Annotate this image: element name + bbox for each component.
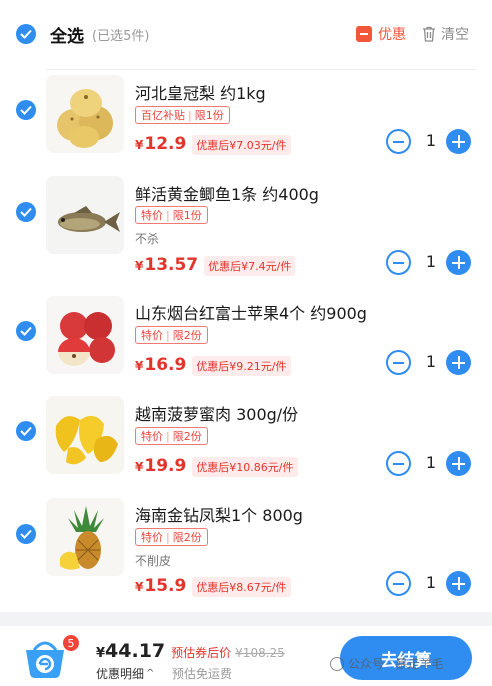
coupon-button[interactable]: 优惠: [356, 24, 406, 44]
pear-image[interactable]: [46, 75, 124, 153]
item-title[interactable]: 越南菠萝蜜肉 300g/份: [135, 401, 298, 425]
after-discount-price: 优惠后¥8.67元/件: [192, 577, 291, 597]
minus-button[interactable]: [386, 451, 411, 476]
promo-label: 特价: [141, 430, 163, 443]
total-price: ¥44.17 预估券后价 ¥108.25: [96, 640, 285, 662]
promo-label: 特价: [141, 329, 163, 342]
item-title[interactable]: 河北皇冠梨 约1kg: [135, 80, 266, 104]
item-note: 不削皮: [135, 554, 172, 568]
trash-icon: [423, 26, 435, 42]
select-all-checkbox[interactable]: [16, 24, 36, 44]
plus-button[interactable]: [446, 350, 471, 375]
item-price: ¥16.9 优惠后¥9.21元/件: [135, 355, 291, 376]
minus-button[interactable]: [386, 571, 411, 596]
clear-label: 清空: [441, 27, 469, 43]
original-price: ¥108.25: [235, 646, 285, 660]
item-price: ¥13.57 优惠后¥7.4元/件: [135, 255, 296, 276]
plus-button[interactable]: [446, 451, 471, 476]
chevron-up-icon: ^: [146, 668, 155, 679]
quantity-value: 1: [425, 573, 437, 592]
select-all-label[interactable]: 全选: [50, 22, 84, 47]
pineapple-image[interactable]: [46, 498, 124, 576]
promo-label: 特价: [141, 531, 163, 544]
quantity-value: 1: [425, 453, 437, 472]
header-divider: [46, 69, 476, 70]
price-value: 15.9: [144, 576, 187, 596]
discount-detail-link[interactable]: 优惠明细 ^: [96, 665, 154, 682]
check-icon: [20, 207, 32, 217]
item-promo-tag: 特价 | 限2份: [135, 326, 208, 344]
after-discount-price: 优惠后¥7.03元/件: [192, 135, 291, 155]
shipping-note: 预估免运费: [172, 667, 233, 681]
jackfruit-image[interactable]: [46, 396, 124, 474]
check-icon: [20, 105, 32, 115]
item-promo-tag: 特价 | 限2份: [135, 427, 208, 445]
after-discount-price: 优惠后¥7.4元/件: [204, 256, 296, 276]
item-checkbox[interactable]: [16, 421, 36, 441]
item-checkbox[interactable]: [16, 524, 36, 544]
price-value: 19.9: [144, 456, 187, 476]
plus-button[interactable]: [446, 129, 471, 154]
after-discount-price: 优惠后¥10.86元/件: [192, 457, 298, 477]
after-discount-price: 优惠后¥9.21元/件: [192, 356, 291, 376]
check-icon: [20, 426, 32, 436]
estimate-label: 预估券后价: [171, 646, 232, 660]
item-checkbox[interactable]: [16, 100, 36, 120]
clear-button[interactable]: 清空: [422, 24, 469, 44]
cart-count-badge: 5: [62, 634, 80, 652]
item-note: 不杀: [135, 232, 160, 246]
limit-label: 限2份: [172, 531, 202, 544]
item-title[interactable]: 海南金钻凤梨1个 800g: [135, 502, 303, 526]
minus-button[interactable]: [386, 129, 411, 154]
price-value: 12.9: [144, 134, 187, 154]
quantity-stepper: 1: [386, 451, 476, 477]
promo-label: 百亿补贴: [141, 109, 185, 122]
wechat-icon: [330, 656, 344, 671]
promo-label: 特价: [141, 209, 163, 222]
item-checkbox[interactable]: [16, 202, 36, 222]
item-price: ¥15.9 优惠后¥8.67元/件: [135, 576, 291, 597]
item-promo-tag: 特价 | 限1份: [135, 206, 208, 224]
coupon-label: 优惠: [378, 27, 406, 43]
selected-count: (已选5件): [92, 29, 150, 44]
limit-label: 限2份: [172, 430, 202, 443]
item-promo-tag: 百亿补贴 | 限1份: [135, 106, 230, 124]
item-price: ¥12.9 优惠后¥7.03元/件: [135, 134, 291, 155]
apple-image[interactable]: [46, 296, 124, 374]
quantity-stepper: 1: [386, 129, 476, 155]
coupon-icon: [356, 26, 372, 42]
quantity-value: 1: [425, 131, 437, 150]
quantity-stepper: 1: [386, 350, 476, 376]
price-value: 13.57: [144, 255, 199, 275]
plus-button[interactable]: [446, 571, 471, 596]
limit-label: 限2份: [172, 329, 202, 342]
check-icon: [20, 29, 32, 39]
check-icon: [20, 529, 32, 539]
cart-header: 全选 (已选5件) 优惠 清空: [0, 0, 492, 70]
quantity-stepper: 1: [386, 250, 476, 276]
fish-image[interactable]: [46, 176, 124, 254]
quantity-stepper: 1: [386, 571, 476, 597]
item-title[interactable]: 山东烟台红富士苹果4个 约900g: [135, 300, 367, 324]
item-promo-tag: 特价 | 限2份: [135, 528, 208, 546]
quantity-value: 1: [425, 252, 437, 271]
price-value: 16.9: [144, 355, 187, 375]
item-checkbox[interactable]: [16, 321, 36, 341]
watermark: 公众号 · 暴走羊毛: [330, 655, 443, 672]
plus-button[interactable]: [446, 250, 471, 275]
limit-label: 限1份: [172, 209, 202, 222]
minus-button[interactable]: [386, 350, 411, 375]
quantity-value: 1: [425, 352, 437, 371]
cart-card: 全选 (已选5件) 优惠 清空 河北皇冠梨 约1kg 百亿补贴 | 限1份 ¥ …: [0, 0, 492, 612]
total-amount: 44.17: [105, 640, 166, 662]
minus-button[interactable]: [386, 250, 411, 275]
item-title[interactable]: 鲜活黄金鲫鱼1条 约400g: [135, 181, 319, 205]
check-icon: [20, 326, 32, 336]
limit-label: 限1份: [194, 109, 224, 122]
item-price: ¥19.9 优惠后¥10.86元/件: [135, 456, 298, 477]
